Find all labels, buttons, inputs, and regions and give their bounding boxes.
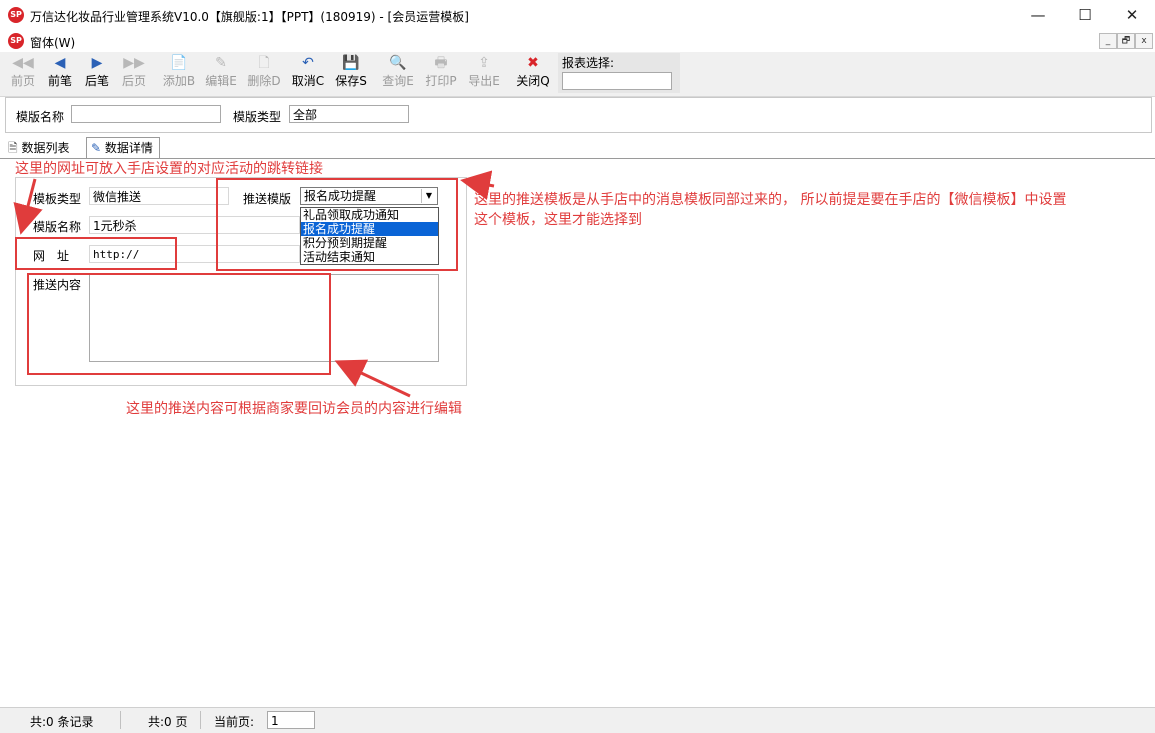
- current-page-input[interactable]: 1: [267, 711, 315, 729]
- status-divider: [120, 711, 121, 729]
- record-count: 共:0 条记录: [30, 715, 94, 729]
- template-arrow: [460, 170, 495, 200]
- current-page-label: 当前页:: [214, 715, 255, 729]
- status-divider: [200, 711, 201, 729]
- page-count: 共:0 页: [148, 715, 188, 729]
- status-bar: 共:0 条记录 共:0 页 当前页: 1: [0, 707, 1155, 733]
- url-arrow: [13, 178, 43, 235]
- annotation-arrows: [13, 170, 495, 398]
- content-arrow: [334, 359, 411, 398]
